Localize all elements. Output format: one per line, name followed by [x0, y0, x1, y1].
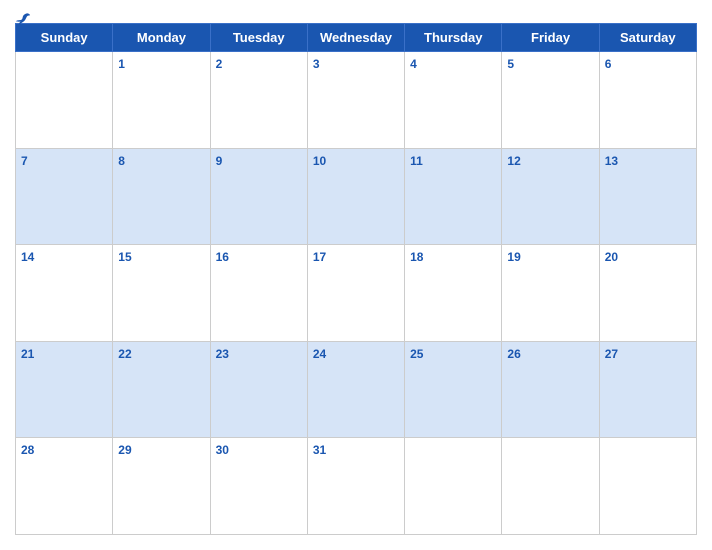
calendar-cell: 2 [210, 52, 307, 149]
logo-bird-icon [15, 12, 31, 26]
weekday-saturday: Saturday [599, 24, 696, 52]
day-number: 20 [605, 250, 618, 264]
calendar-cell: 1 [113, 52, 210, 149]
day-number: 27 [605, 347, 618, 361]
weekday-sunday: Sunday [16, 24, 113, 52]
day-number: 30 [216, 443, 229, 457]
calendar-cell: 26 [502, 341, 599, 438]
calendar-cell: 13 [599, 148, 696, 245]
day-number: 21 [21, 347, 34, 361]
day-number: 15 [118, 250, 131, 264]
calendar-cell [599, 438, 696, 535]
calendar-cell: 22 [113, 341, 210, 438]
calendar-cell: 12 [502, 148, 599, 245]
calendar-cell: 11 [405, 148, 502, 245]
calendar-cell [405, 438, 502, 535]
calendar-cell: 19 [502, 245, 599, 342]
day-number: 17 [313, 250, 326, 264]
calendar-table: SundayMondayTuesdayWednesdayThursdayFrid… [15, 23, 697, 535]
day-number: 11 [410, 154, 423, 168]
calendar-cell: 15 [113, 245, 210, 342]
calendar-cell: 30 [210, 438, 307, 535]
day-number: 2 [216, 57, 223, 71]
calendar-cell: 14 [16, 245, 113, 342]
day-number: 13 [605, 154, 618, 168]
day-number: 25 [410, 347, 423, 361]
day-number: 31 [313, 443, 326, 457]
calendar-cell: 20 [599, 245, 696, 342]
day-number: 12 [507, 154, 520, 168]
day-number: 10 [313, 154, 326, 168]
calendar-cell: 23 [210, 341, 307, 438]
calendar-cell: 7 [16, 148, 113, 245]
calendar-cell: 3 [307, 52, 404, 149]
calendar-cell: 16 [210, 245, 307, 342]
day-number: 1 [118, 57, 125, 71]
day-number: 9 [216, 154, 223, 168]
day-number: 24 [313, 347, 326, 361]
calendar-cell [502, 438, 599, 535]
week-row-4: 21 22 23 24 25 26 27 [16, 341, 697, 438]
weekday-friday: Friday [502, 24, 599, 52]
day-number: 6 [605, 57, 612, 71]
day-number: 16 [216, 250, 229, 264]
logo [15, 12, 33, 26]
week-row-3: 14 15 16 17 18 19 20 [16, 245, 697, 342]
day-number: 19 [507, 250, 520, 264]
day-number: 18 [410, 250, 423, 264]
day-number: 23 [216, 347, 229, 361]
calendar-cell: 4 [405, 52, 502, 149]
weekday-monday: Monday [113, 24, 210, 52]
calendar-cell: 31 [307, 438, 404, 535]
week-row-1: 1 2 3 4 5 6 [16, 52, 697, 149]
calendar-cell: 29 [113, 438, 210, 535]
calendar-cell: 9 [210, 148, 307, 245]
day-number: 26 [507, 347, 520, 361]
day-number: 22 [118, 347, 131, 361]
day-number: 28 [21, 443, 34, 457]
calendar-cell: 25 [405, 341, 502, 438]
weekday-tuesday: Tuesday [210, 24, 307, 52]
week-row-2: 7 8 9 10 11 12 13 [16, 148, 697, 245]
calendar-cell: 6 [599, 52, 696, 149]
day-number: 8 [118, 154, 125, 168]
calendar-cell: 18 [405, 245, 502, 342]
calendar-cell: 27 [599, 341, 696, 438]
calendar-cell: 5 [502, 52, 599, 149]
day-number: 29 [118, 443, 131, 457]
calendar-header [15, 10, 697, 15]
weekday-header-row: SundayMondayTuesdayWednesdayThursdayFrid… [16, 24, 697, 52]
calendar-cell: 24 [307, 341, 404, 438]
day-number: 4 [410, 57, 417, 71]
calendar-cell [16, 52, 113, 149]
calendar-cell: 10 [307, 148, 404, 245]
week-row-5: 28 29 30 31 [16, 438, 697, 535]
logo-blue [15, 12, 33, 26]
calendar-cell: 17 [307, 245, 404, 342]
day-number: 14 [21, 250, 34, 264]
weekday-thursday: Thursday [405, 24, 502, 52]
calendar-cell: 8 [113, 148, 210, 245]
day-number: 5 [507, 57, 514, 71]
day-number: 7 [21, 154, 28, 168]
calendar-cell: 21 [16, 341, 113, 438]
day-number: 3 [313, 57, 320, 71]
weekday-wednesday: Wednesday [307, 24, 404, 52]
calendar-cell: 28 [16, 438, 113, 535]
